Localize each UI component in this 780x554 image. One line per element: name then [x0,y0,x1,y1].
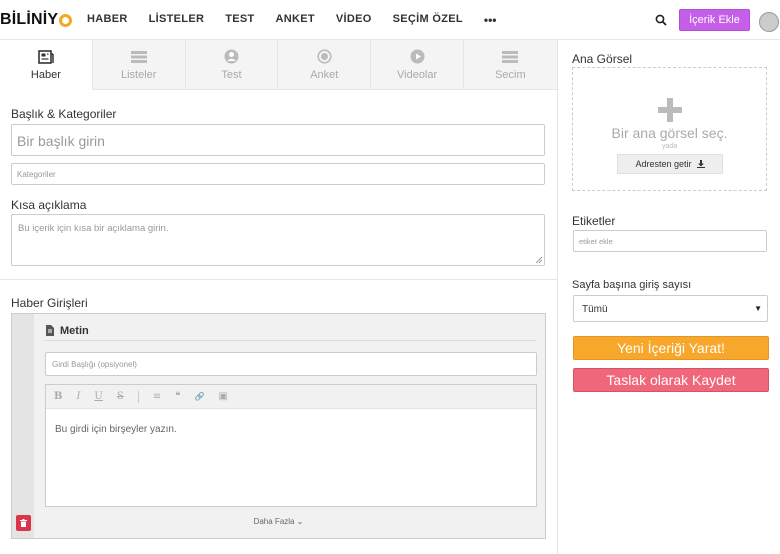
save-draft-button[interactable]: Taslak olarak Kaydet [573,368,769,392]
category-input[interactable]: Kategoriler [11,163,545,185]
entry-title-placeholder: Girdi Başlığı (opsiyonel) [52,360,137,369]
link-button[interactable]: 🔗 [194,392,204,401]
tab-label: Listeler [120,68,157,81]
radio-icon [317,49,332,64]
strikethrough-button[interactable]: S [117,391,124,402]
news-icon [38,49,54,64]
logo-text: BİLİNİY [0,11,59,28]
fetch-from-url-button[interactable]: Adresten getir [617,154,723,174]
nav-item-secim-ozel[interactable]: SEÇİM ÖZEL [393,13,463,27]
search-icon[interactable] [655,14,667,26]
entries-label: Haber Girişleri [11,296,88,310]
tab-label: Test [221,69,242,81]
main-nav: HABER LİSTELER TEST ANKET VİDEO SEÇİM ÖZ… [87,13,517,27]
entry-title-input[interactable]: Girdi Başlığı (opsiyonel) [45,352,537,376]
trash-icon [20,519,27,527]
summary-label: Kısa açıklama [11,198,87,212]
plus-icon [658,98,682,122]
tags-input[interactable]: etiket ekle [573,230,767,252]
logo-ring-icon [59,13,73,27]
or-text: yada [661,143,678,150]
underline-button[interactable]: U [94,391,102,402]
title-placeholder: Bir başlık girin [17,133,105,149]
quote-button[interactable]: ❝ [175,391,180,402]
bold-button[interactable]: B [54,391,62,402]
tab-anket[interactable]: Anket [278,40,372,90]
category-placeholder: Kategoriler [17,170,56,179]
list-icon [130,50,147,63]
stack-icon [502,50,519,63]
main-image-prompt: Bir ana görsel seç. [611,125,728,141]
tab-secim[interactable]: Secim [464,40,557,90]
site-logo[interactable]: BİLİNİY [0,11,73,29]
tab-videolar[interactable]: Videolar [371,40,464,90]
divider [0,279,557,280]
download-icon [696,160,705,168]
top-navbar: BİLİNİY HABER LİSTELER TEST ANKET VİDEO … [0,0,780,40]
tab-haber[interactable]: Haber [0,40,93,90]
nav-item-test[interactable]: TEST [225,13,254,27]
rich-text-editor[interactable]: B I U S ≡ ❝ 🔗 ▣ Bu girdi için birşeyler … [45,384,537,507]
title-input[interactable]: Bir başlık girin [11,124,545,156]
delete-entry-button[interactable] [16,515,31,531]
per-page-select[interactable]: Tümü ▼ [573,295,768,322]
create-content-button[interactable]: Yeni İçeriği Yarat! [573,336,769,360]
per-page-label: Sayfa başına giriş sayısı [572,279,692,291]
more-options-link[interactable]: Daha Fazla ⌄ [12,517,545,526]
avatar[interactable] [759,12,779,32]
tab-test[interactable]: Test [186,40,279,90]
editor-toolbar: B I U S ≡ ❝ 🔗 ▣ [46,385,536,409]
section-title: Başlık & Kategoriler [11,107,117,121]
add-content-button[interactable]: İçerik Ekle [679,9,750,31]
image-upload-area[interactable]: Bir ana görsel seç. yada Adresten getir [572,67,767,191]
entry-drag-gutter[interactable] [12,314,34,538]
play-icon [410,49,425,64]
tags-label: Etiketler [572,214,616,228]
summary-placeholder: Bu içerik için kısa bir açıklama girin. [18,223,169,234]
user-circle-icon [224,49,239,64]
sidebar: Ana Görsel Bir ana görsel seç. yada Adre… [558,40,780,554]
fetch-button-label: Adresten getir [635,159,692,169]
image-button[interactable]: ▣ [218,391,227,402]
tab-label: Videolar [397,69,438,81]
tab-label: Secim [495,68,526,81]
main-image-label: Ana Görsel [572,52,633,66]
tab-label: Anket [310,69,339,81]
tab-label: Haber [30,68,61,81]
nav-item-haber[interactable]: HABER [87,13,128,27]
list-button[interactable]: ≡ [153,391,161,402]
entry-type-header: Metin [45,321,536,341]
tags-placeholder: etiket ekle [579,237,613,246]
resize-handle-icon[interactable] [535,256,542,263]
editor-body[interactable]: Bu girdi için birşeyler yazın. [46,409,536,450]
entry-type-label: Metin [60,324,89,337]
document-icon [46,325,54,336]
nav-more-icon[interactable]: ••• [484,13,497,27]
toolbar-separator [137,390,139,403]
nav-item-anket[interactable]: ANKET [276,13,315,27]
nav-item-video[interactable]: VİDEO [336,13,372,27]
editor-placeholder: Bu girdi için birşeyler yazın. [55,424,177,435]
summary-textarea[interactable]: Bu içerik için kısa bir açıklama girin. [11,214,545,266]
tab-listeler[interactable]: Listeler [93,40,186,90]
entry-card: Metin Girdi Başlığı (opsiyonel) B I U S … [11,313,546,539]
nav-item-listeler[interactable]: LİSTELER [149,13,205,27]
content-type-tabs: Haber Listeler Test Anket Videolar Secim [0,40,557,90]
editor-panel: Haber Listeler Test Anket Videolar Secim… [0,40,558,554]
per-page-value: Tümü [582,304,608,315]
chevron-down-icon: ▼ [754,304,762,313]
italic-button[interactable]: I [76,391,80,402]
